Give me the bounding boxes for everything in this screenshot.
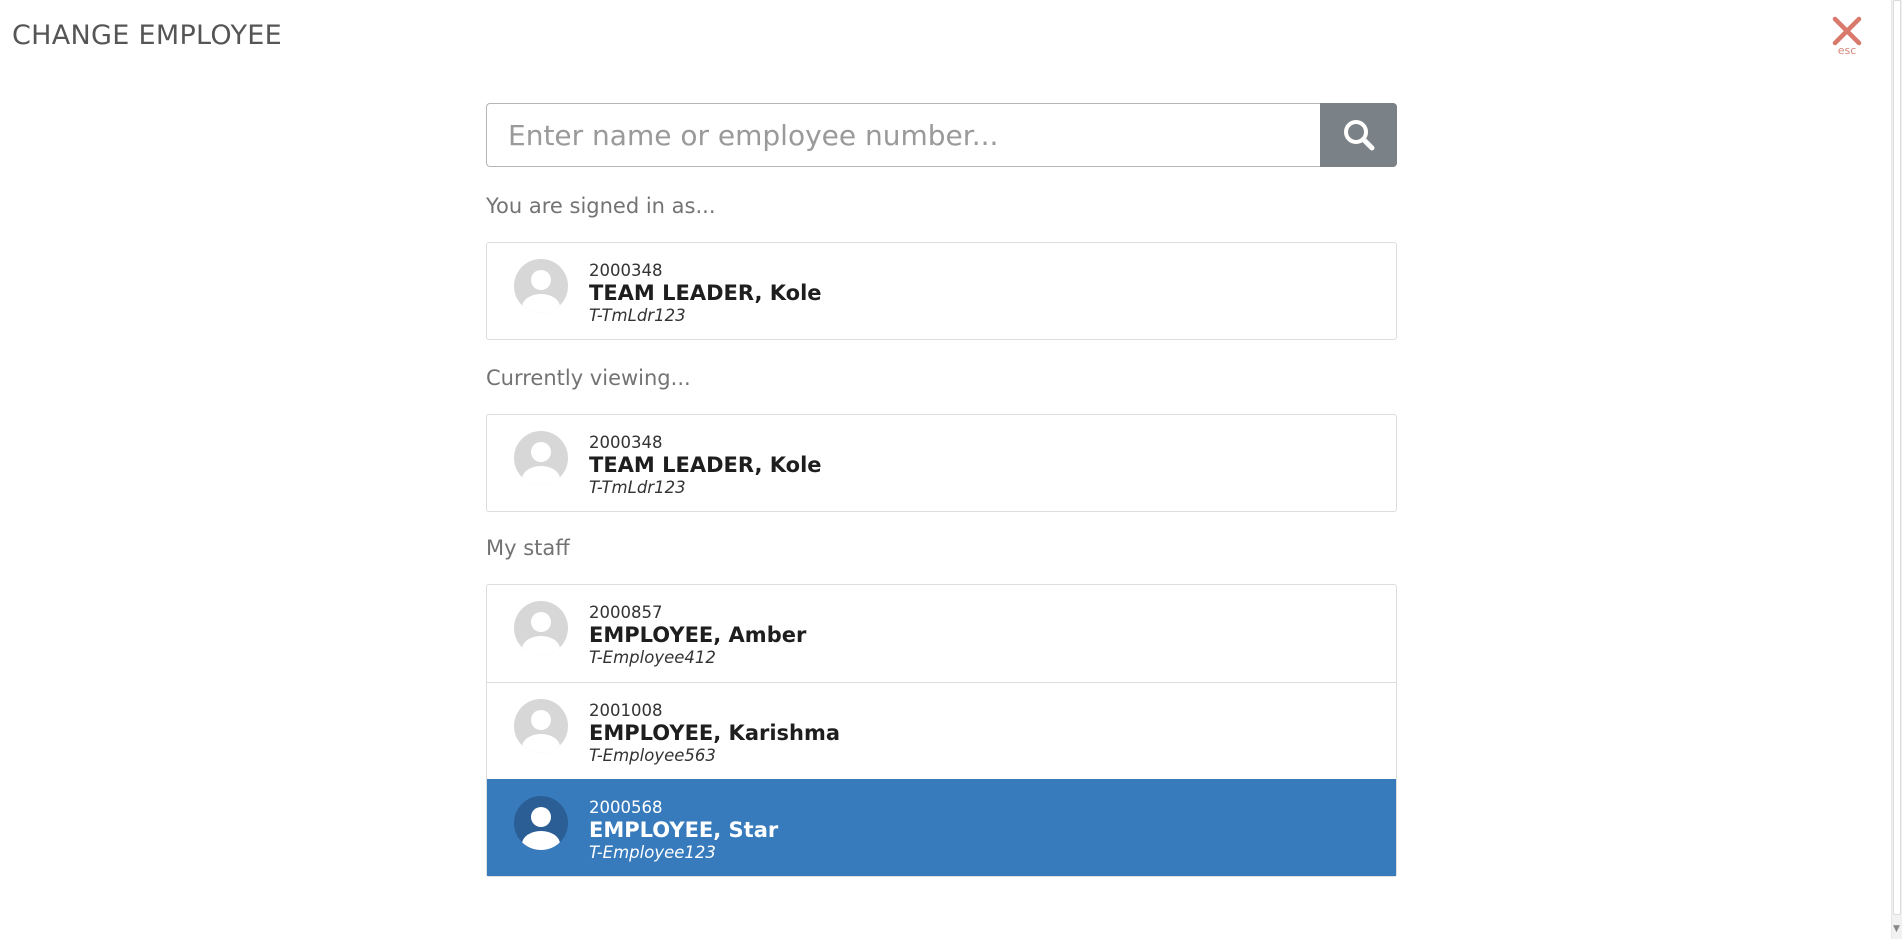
avatar — [514, 699, 568, 753]
employee-name: EMPLOYEE, Amber — [589, 623, 807, 647]
search-bar — [486, 103, 1397, 167]
employee-name: EMPLOYEE, Star — [589, 818, 779, 842]
employee-login: T-TmLdr123 — [589, 306, 686, 325]
staff-list: 2000857 EMPLOYEE, Amber T-Employee412 20… — [486, 584, 1397, 877]
employee-login: T-Employee123 — [589, 843, 716, 862]
change-employee-dialog: CHANGE EMPLOYEE esc You are signed in as… — [0, 0, 1902, 939]
employee-name: EMPLOYEE, Karishma — [589, 721, 841, 745]
page-title: CHANGE EMPLOYEE — [12, 20, 282, 51]
close-esc-hint: esc — [1837, 44, 1857, 57]
staff-item-amber[interactable]: 2000857 EMPLOYEE, Amber T-Employee412 — [487, 585, 1396, 682]
avatar-person-icon — [522, 270, 560, 313]
currently-viewing-card: 2000348 TEAM LEADER, Kole T-TmLdr123 — [486, 414, 1397, 512]
close-button[interactable]: esc — [1822, 14, 1872, 60]
currently-viewing-label: Currently viewing... — [486, 366, 691, 390]
search-input[interactable] — [486, 103, 1320, 167]
employee-number: 2000857 — [589, 603, 663, 622]
currently-viewing-employee: 2000348 TEAM LEADER, Kole T-TmLdr123 — [487, 415, 1396, 511]
scrollbar-thumb[interactable] — [1893, 0, 1901, 915]
employee-number: 2000348 — [589, 433, 663, 452]
search-button[interactable] — [1320, 103, 1397, 167]
avatar — [514, 259, 568, 313]
my-staff-label: My staff — [486, 536, 570, 560]
close-icon — [1832, 16, 1862, 46]
staff-item-star[interactable]: 2000568 EMPLOYEE, Star T-Employee123 — [487, 779, 1396, 876]
vertical-scrollbar[interactable]: ▼ — [1891, 0, 1902, 939]
employee-number: 2001008 — [589, 701, 663, 720]
employee-number: 2000568 — [589, 798, 663, 817]
employee-login: T-Employee412 — [589, 648, 716, 667]
employee-login: T-Employee563 — [589, 746, 716, 765]
avatar-person-icon — [522, 442, 560, 485]
avatar — [514, 601, 568, 655]
employee-login: T-TmLdr123 — [589, 478, 686, 497]
employee-name: TEAM LEADER, Kole — [589, 281, 822, 305]
avatar — [514, 796, 568, 850]
signed-in-card: 2000348 TEAM LEADER, Kole T-TmLdr123 — [486, 242, 1397, 340]
avatar-person-icon — [522, 710, 560, 753]
signed-in-label: You are signed in as... — [486, 194, 716, 218]
employee-number: 2000348 — [589, 261, 663, 280]
staff-item-karishma[interactable]: 2001008 EMPLOYEE, Karishma T-Employee563 — [487, 682, 1396, 779]
employee-picker: You are signed in as... 2000348 TEAM LEA… — [486, 103, 1397, 877]
avatar — [514, 431, 568, 485]
search-icon — [1343, 120, 1374, 151]
scroll-down-arrow-icon[interactable]: ▼ — [1893, 924, 1900, 934]
signed-in-employee: 2000348 TEAM LEADER, Kole T-TmLdr123 — [487, 243, 1396, 339]
avatar-person-icon — [522, 807, 560, 850]
employee-name: TEAM LEADER, Kole — [589, 453, 822, 477]
avatar-person-icon — [522, 612, 560, 655]
